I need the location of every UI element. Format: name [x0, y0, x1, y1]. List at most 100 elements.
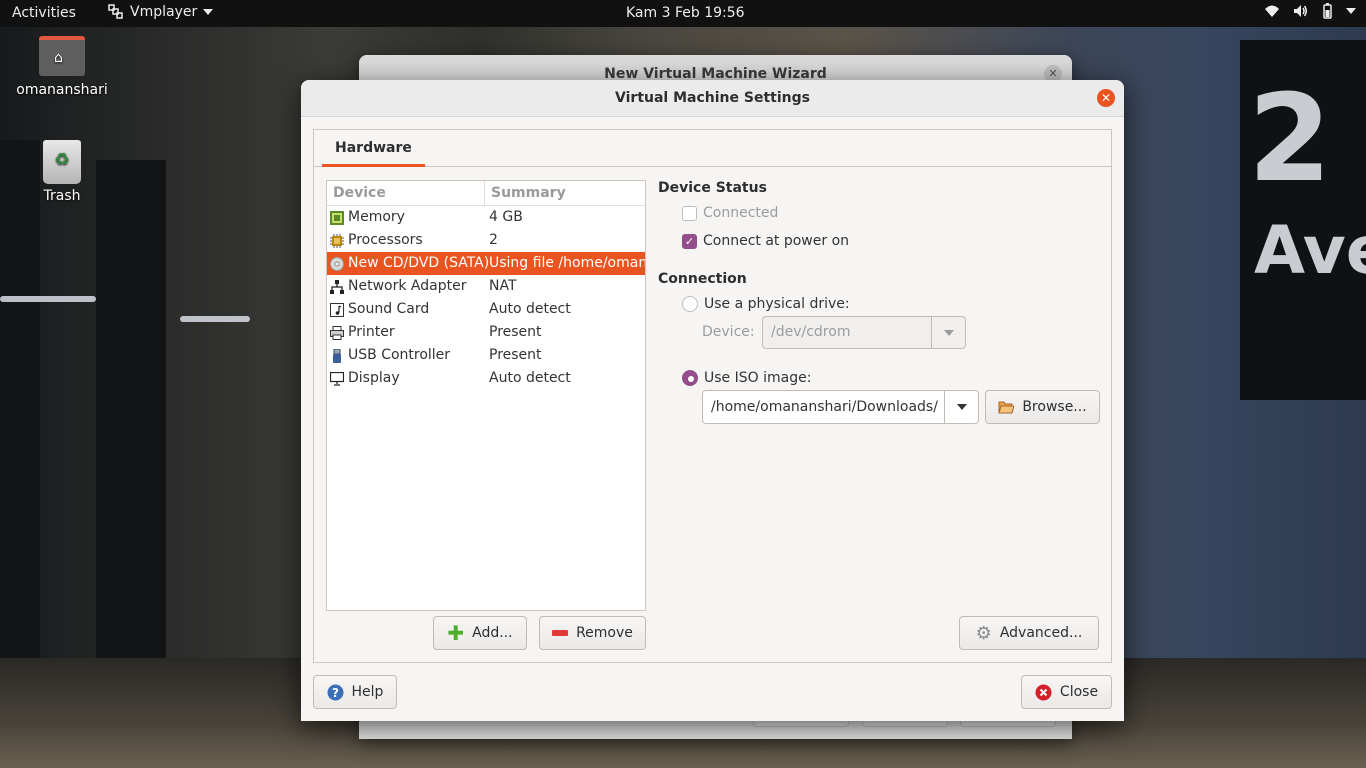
connected-checkbox[interactable]: Connected — [682, 205, 778, 221]
device-summary: Present — [489, 324, 542, 340]
chevron-down-icon — [1346, 8, 1356, 14]
sound-icon — [329, 302, 344, 317]
remove-device-label: Remove — [576, 625, 633, 641]
wifi-icon — [1265, 5, 1279, 17]
checkmark-icon: ✓ — [682, 233, 697, 249]
advanced-button[interactable]: ⚙ Advanced... — [959, 616, 1099, 650]
help-icon: ? — [327, 684, 344, 700]
printer-icon — [329, 325, 344, 340]
dialog-title: Virtual Machine Settings — [301, 80, 1124, 117]
minus-icon — [552, 630, 569, 636]
add-device-label: Add... — [472, 625, 513, 641]
app-menu-label: Vmplayer — [130, 4, 198, 20]
column-header-device[interactable]: Device — [327, 181, 485, 205]
device-summary: Using file /home/omananshari/Downloads/ — [489, 255, 645, 271]
device-row-cd-dvd[interactable]: New CD/DVD (SATA) Using file /home/omana… — [327, 252, 645, 275]
svg-text:?: ? — [332, 686, 339, 700]
device-name: Sound Card — [348, 301, 430, 317]
radio-icon — [682, 296, 698, 312]
volume-icon — [1294, 5, 1307, 17]
device-row-memory[interactable]: Memory 4 GB — [327, 206, 645, 229]
chevron-down-icon — [931, 317, 965, 348]
tab-bar: Hardware — [314, 130, 1111, 167]
add-device-button[interactable]: ✚ Add... — [433, 616, 527, 650]
gear-icon: ⚙ — [975, 622, 992, 644]
device-name: Memory — [348, 209, 405, 225]
radio-selected-icon — [682, 370, 698, 386]
device-name: Network Adapter — [348, 278, 467, 294]
physical-drive-radio[interactable]: Use a physical drive: — [682, 296, 850, 312]
desktop-icon-trash[interactable]: ♻ Trash — [12, 140, 112, 204]
use-iso-label: Use ISO image: — [704, 370, 812, 386]
device-list-header: Device Summary — [327, 181, 645, 206]
app-menu[interactable]: Vmplayer — [108, 4, 214, 20]
connected-label: Connected — [703, 205, 779, 221]
device-summary: NAT — [489, 278, 517, 294]
device-row-display[interactable]: Display Auto detect — [327, 367, 645, 390]
help-button[interactable]: ? Help — [313, 675, 397, 709]
cd-dvd-icon — [329, 256, 344, 271]
device-row-usb-controller[interactable]: USB Controller Present — [327, 344, 645, 367]
connect-at-power-on-checkbox[interactable]: ✓ Connect at power on — [682, 233, 849, 249]
help-label: Help — [351, 684, 384, 700]
connection-title: Connection — [658, 271, 747, 287]
desktop-icon-home[interactable]: ⌂ omananshari — [12, 36, 112, 98]
device-summary: Auto detect — [489, 370, 571, 386]
close-label: Close — [1059, 684, 1099, 700]
device-summary: Present — [489, 347, 542, 363]
trash-icon: ♻ — [43, 140, 81, 184]
folder-open-icon — [998, 401, 1015, 414]
device-dropdown-value: /dev/cdrom — [771, 324, 851, 340]
battery-icon — [1323, 3, 1332, 19]
vmplayer-icon — [108, 4, 123, 19]
home-folder-icon: ⌂ — [39, 36, 85, 76]
close-icon[interactable]: ✕ — [1097, 89, 1115, 107]
device-dropdown[interactable]: /dev/cdrom — [762, 316, 966, 349]
device-summary: 4 GB — [489, 209, 523, 225]
wallpaper-light — [180, 316, 250, 322]
device-status-title: Device Status — [658, 180, 767, 196]
chevron-down-icon — [203, 9, 214, 15]
device-summary: 2 — [489, 232, 498, 248]
network-icon — [329, 279, 344, 294]
device-name: USB Controller — [348, 347, 451, 363]
device-name: Processors — [348, 232, 423, 248]
column-header-summary[interactable]: Summary — [485, 181, 566, 205]
remove-device-button[interactable]: Remove — [539, 616, 646, 650]
activities-button[interactable]: Activities — [12, 5, 76, 21]
device-row-network-adapter[interactable]: Network Adapter NAT — [327, 275, 645, 298]
iso-path-combo[interactable]: /home/omananshari/Downloads/ — [702, 390, 979, 424]
settings-panel: Hardware Device Summary Memory 4 GB Proc… — [313, 129, 1112, 663]
clock[interactable]: Kam 3 Feb 19:56 — [626, 5, 745, 21]
checkbox-icon — [682, 205, 697, 221]
browse-button[interactable]: Browse... — [985, 390, 1100, 424]
device-name: Printer — [348, 324, 395, 340]
memory-icon — [329, 210, 344, 225]
usb-icon — [329, 348, 344, 363]
device-list[interactable]: Device Summary Memory 4 GB Processors 2 … — [326, 180, 646, 611]
advanced-label: Advanced... — [999, 625, 1083, 641]
connect-at-power-on-label: Connect at power on — [703, 233, 850, 249]
device-row-sound-card[interactable]: Sound Card Auto detect — [327, 298, 645, 321]
device-row-processors[interactable]: Processors 2 — [327, 229, 645, 252]
system-tray[interactable] — [1264, 3, 1356, 19]
iso-path-input[interactable]: /home/omananshari/Downloads/ — [703, 391, 944, 423]
vm-settings-dialog: Virtual Machine Settings ✕ Hardware Devi… — [301, 80, 1124, 721]
device-row-printer[interactable]: Printer Present — [327, 321, 645, 344]
close-circle-icon — [1035, 684, 1052, 700]
top-bar: Activities Vmplayer Kam 3 Feb 19:56 — [0, 0, 1366, 27]
device-summary: Auto detect — [489, 301, 571, 317]
display-icon — [329, 371, 344, 386]
device-label: Device: — [702, 324, 755, 340]
wallpaper-word: Ave — [1254, 212, 1366, 289]
wallpaper-number: 2 — [1248, 70, 1332, 209]
desktop-icon-label: Trash — [43, 188, 81, 204]
chevron-down-icon[interactable] — [944, 391, 978, 423]
tab-hardware[interactable]: Hardware — [322, 130, 425, 167]
use-iso-radio[interactable]: Use ISO image: — [682, 370, 811, 386]
close-button[interactable]: Close — [1021, 675, 1112, 709]
desktop-icon-label: omananshari — [16, 82, 108, 98]
processor-icon — [329, 233, 344, 248]
plus-icon: ✚ — [447, 621, 465, 645]
device-name: New CD/DVD (SATA) — [348, 255, 490, 271]
